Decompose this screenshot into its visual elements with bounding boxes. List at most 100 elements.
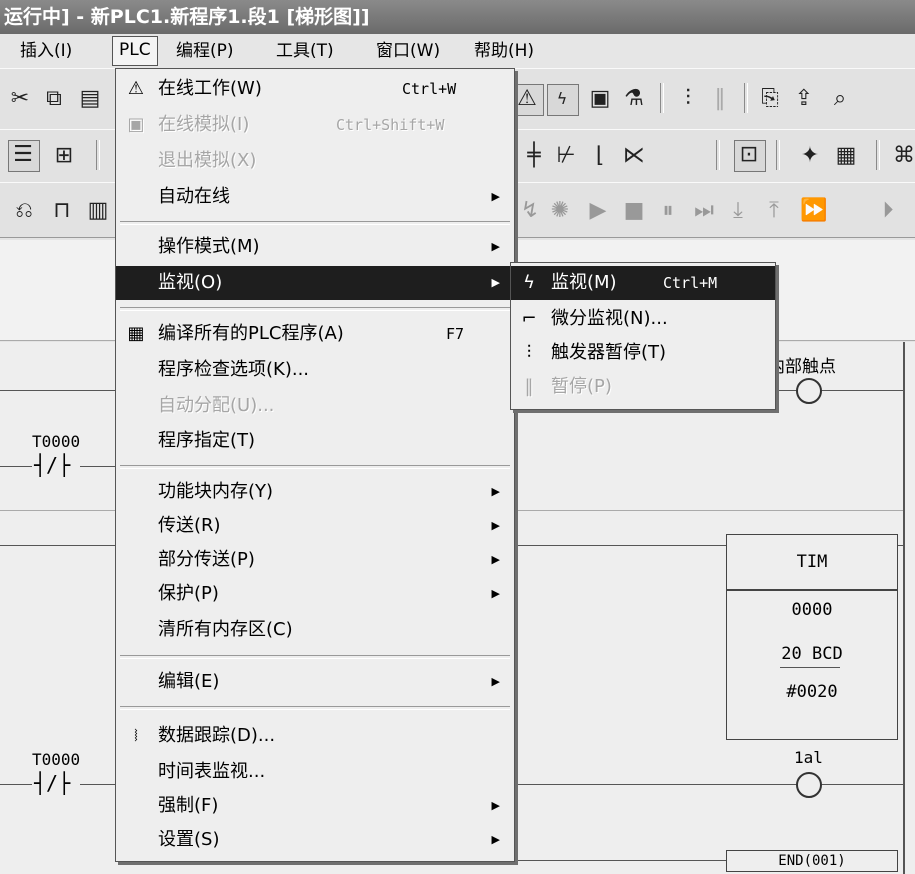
step-run-icon[interactable]: ⏭ [690,197,718,225]
menu-item-edit[interactable]: 编辑(E) ▶ [116,665,514,699]
menu-item-online-work[interactable]: ⚠ 在线工作(W) Ctrl+W [116,72,514,106]
menu-item-partial-transfer[interactable]: 部分传送(P) ▶ [116,543,514,577]
online-button[interactable]: ⚠ [512,84,544,116]
data-trace-icon: ⧘ [134,725,138,746]
menu-insert[interactable]: 插入(I) [14,37,78,65]
menu-item-time-chart-monitor[interactable]: 时间表监视... [116,755,514,789]
menu-item-auto-online[interactable]: 自动在线 ▶ [116,180,514,214]
compare-plc-icon[interactable]: ⌕ [826,85,854,113]
menu-item-simulate[interactable]: ▣ 在线模拟(I) Ctrl+Shift+W [116,108,514,142]
pause-sim-icon[interactable]: ⏸ [654,197,682,225]
separator [660,83,664,113]
step-out-icon[interactable]: ⤒ [760,197,788,225]
horizontal-line-icon[interactable]: ⌊ [586,142,614,170]
menu-item-operating-mode[interactable]: 操作模式(M) ▶ [116,230,514,264]
step-in-icon[interactable]: ⤓ [724,197,752,225]
submenu-arrow-icon: ▶ [491,553,500,566]
mnemonic-icon[interactable]: ⊞ [50,142,78,170]
nc-contact[interactable]: ┤/├ [34,771,70,795]
submenu-item-trigger-pause[interactable]: ⫶ 触发器暂停(T) [511,336,775,370]
submenu-item-diff-monitor[interactable]: ⌐ 微分监视(N)... [511,302,775,336]
program-icon[interactable]: ⎌ [10,197,38,225]
menu-tools[interactable]: 工具(T) [270,37,340,65]
menu-item-monitor[interactable]: 监视(O) ▶ [116,266,514,300]
menu-item-program-assign[interactable]: 程序指定(T) [116,424,514,458]
find-icon[interactable]: ⚗ [620,85,648,113]
run-icon[interactable]: ▶ [584,197,612,225]
upload-icon[interactable]: ⎘ [756,85,784,113]
menu-item-data-trace[interactable]: ⧘ 数据跟踪(D)... [116,719,514,753]
menu-item-auto-assign[interactable]: 自动分配(U)... [116,389,514,423]
monitor-button[interactable]: ϟ [547,84,579,116]
rung-line [0,390,115,391]
end-instruction[interactable]: END(001) [726,850,898,872]
right-power-rail [903,342,905,874]
cross-ref-icon: ⊡ [739,142,759,167]
menu-bar: 插入(I) PLC 编程(P) 工具(T) 窗口(W) 帮助(H) [0,34,915,68]
menu-item-protection[interactable]: 保护(P) ▶ [116,577,514,611]
rung-line [0,784,32,785]
submenu-item-monitor[interactable]: ϟ 监视(M) Ctrl+M [511,266,775,300]
submenu-item-pause[interactable]: ‖ 暂停(P) [511,370,775,404]
menu-item-compile-all[interactable]: ▦ 编译所有的PLC程序(A) F7 [116,317,514,351]
rung-line [80,466,115,467]
menu-item-force[interactable]: 强制(F) ▶ [116,789,514,823]
io-table-icon[interactable]: ⌘ [890,142,915,170]
menu-item-fb-memory[interactable]: 功能块内存(Y) ▶ [116,475,514,509]
diff-monitor-icon: ⌐ [521,308,537,329]
compare-icon[interactable]: ▣ [586,85,614,113]
menu-item-exit-simulate[interactable]: 退出模拟(X) [116,144,514,178]
rung-line [515,545,726,546]
ladder-view-button[interactable]: ☰ [8,140,40,172]
pause-tb-icon[interactable]: ‖ [706,85,734,113]
vertical-line-icon[interactable]: ╪ [520,142,548,170]
nc-contact[interactable]: ┤/├ [34,453,70,477]
properties-icon[interactable]: ✦ [796,142,824,170]
separator [744,83,748,113]
menu-program[interactable]: 编程(P) [170,37,240,65]
nc-contact-icon[interactable]: ⊬ [552,142,580,170]
download-icon[interactable]: ⇪ [790,85,818,113]
menu-separator [120,655,510,659]
fast-forward-icon[interactable]: ⏩ [800,197,828,225]
menu-item-clear-memory[interactable]: 清所有内存区(C) [116,613,514,647]
rung-divider [515,510,903,511]
online-work-icon: ⚠ [127,78,145,99]
menu-item-program-check[interactable]: 程序检查选项(K)... [116,353,514,387]
monitor-submenu: ϟ 监视(M) Ctrl+M ⌐ 微分监视(N)... ⫶ 触发器暂停(T) ‖… [510,262,776,410]
menu-help[interactable]: 帮助(H) [468,37,540,65]
section-icon[interactable]: ⊓ [48,197,76,225]
plc-menu: ⚠ 在线工作(W) Ctrl+W ▣ 在线模拟(I) Ctrl+Shift+W … [115,68,515,862]
separator [716,140,720,170]
step-icon[interactable]: ↯ [516,197,544,225]
settings-icon[interactable]: ✺ [546,197,574,225]
window-title: 运行中] - 新PLC1.新程序1.段1 [梯形图]] [0,0,915,34]
submenu-arrow-icon: ▶ [491,833,500,846]
online-icon: ⚠ [517,86,537,111]
coil-output[interactable] [796,772,822,798]
menu-item-transfer[interactable]: 传送(R) ▶ [116,509,514,543]
monitor-icon: ϟ [523,272,535,293]
copy-icon[interactable]: ⧉ [40,85,68,113]
separator [96,140,100,170]
ladder-view-icon: ☰ [13,142,33,167]
stop-icon[interactable]: ■ [620,197,648,225]
submenu-arrow-icon: ▶ [491,276,500,289]
delete-line-icon[interactable]: ⋉ [620,142,648,170]
coil-internal[interactable] [796,378,822,404]
menu-plc[interactable]: PLC [112,36,158,66]
timer-block[interactable]: TIM 0000 20 BCD #0020 [726,534,898,740]
pause-icon: ‖ [524,376,534,397]
memory-icon[interactable]: ▦ [832,142,860,170]
trigger-icon[interactable]: ⫶ [674,85,702,113]
menu-item-settings[interactable]: 设置(S) ▶ [116,823,514,857]
cut-icon[interactable]: ✂ [6,85,34,113]
cross-ref-button[interactable]: ⊡ [734,140,766,172]
menu-window[interactable]: 窗口(W) [370,37,446,65]
symbols-icon[interactable]: ▥ [84,197,112,225]
end-icon[interactable]: ⏵ [874,197,902,225]
compile-icon: ▦ [127,323,145,344]
paste-icon[interactable]: ▤ [76,85,104,113]
rung-line [0,466,32,467]
submenu-arrow-icon: ▶ [491,190,500,203]
